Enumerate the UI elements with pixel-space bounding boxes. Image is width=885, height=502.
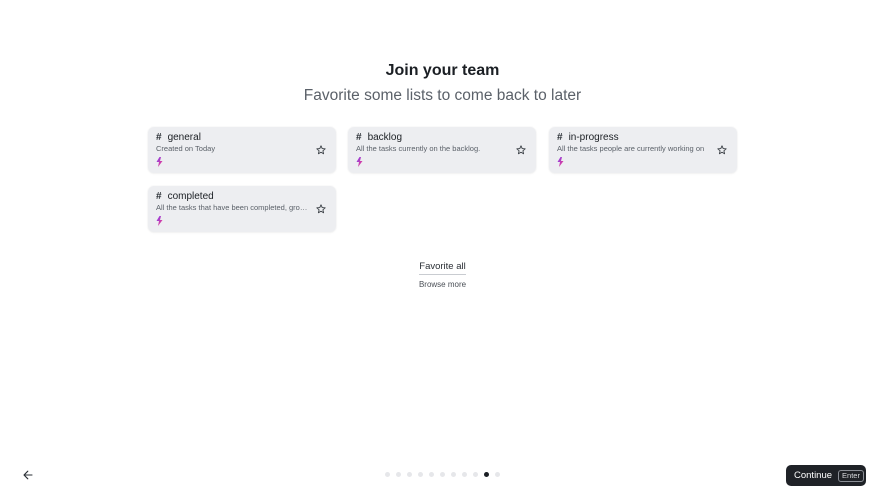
step-dot [385, 472, 390, 477]
continue-label: Continue [794, 470, 833, 481]
step-dot [407, 472, 412, 477]
star-outline-icon[interactable] [316, 145, 326, 155]
hash-icon: # [557, 132, 563, 143]
star-outline-icon[interactable] [316, 204, 326, 214]
step-dot [451, 472, 456, 477]
browse-more-link[interactable]: Browse more [0, 280, 885, 289]
list-name: completed [167, 191, 214, 202]
list-name: in-progress [568, 132, 619, 143]
page-title: Join your team [385, 62, 500, 79]
page-subtitle: Favorite some lists to come back to late… [303, 87, 582, 104]
star-outline-icon[interactable] [717, 145, 727, 155]
list-description: All the tasks that have been completed, … [156, 203, 311, 212]
step-dot [473, 472, 478, 477]
list-card-in-progress[interactable]: # in-progress All the tasks people are c… [549, 127, 737, 173]
star-outline-icon[interactable] [516, 145, 526, 155]
list-name: backlog [367, 132, 403, 143]
onboarding-page: Join your team Favorite some lists to co… [0, 0, 885, 502]
enter-shortcut-badge: Enter [838, 469, 864, 482]
step-dot-active [484, 472, 489, 477]
step-dot [429, 472, 434, 477]
step-indicator [0, 472, 885, 477]
step-dot [418, 472, 423, 477]
list-name: general [167, 132, 201, 143]
step-dot [440, 472, 445, 477]
list-description: All the tasks people are currently worki… [557, 144, 705, 153]
list-card-general[interactable]: # general Created on Today [148, 127, 336, 173]
hash-icon: # [356, 132, 362, 143]
favorite-all-button[interactable]: Favorite all [419, 261, 466, 275]
bolt-icon [156, 216, 163, 226]
list-card-completed[interactable]: # completed All the tasks that have been… [148, 186, 336, 232]
bolt-icon [156, 157, 163, 167]
hash-icon: # [156, 191, 162, 202]
list-description: All the tasks currently on the backlog. [356, 144, 481, 153]
continue-button[interactable]: Continue Enter [786, 465, 866, 486]
hash-icon: # [156, 132, 162, 143]
bolt-icon [356, 157, 363, 167]
step-dot [462, 472, 467, 477]
list-description: Created on Today [156, 144, 216, 153]
list-card-backlog[interactable]: # backlog All the tasks currently on the… [348, 127, 536, 173]
step-dot [495, 472, 500, 477]
bolt-icon [557, 157, 564, 167]
step-dot [396, 472, 401, 477]
